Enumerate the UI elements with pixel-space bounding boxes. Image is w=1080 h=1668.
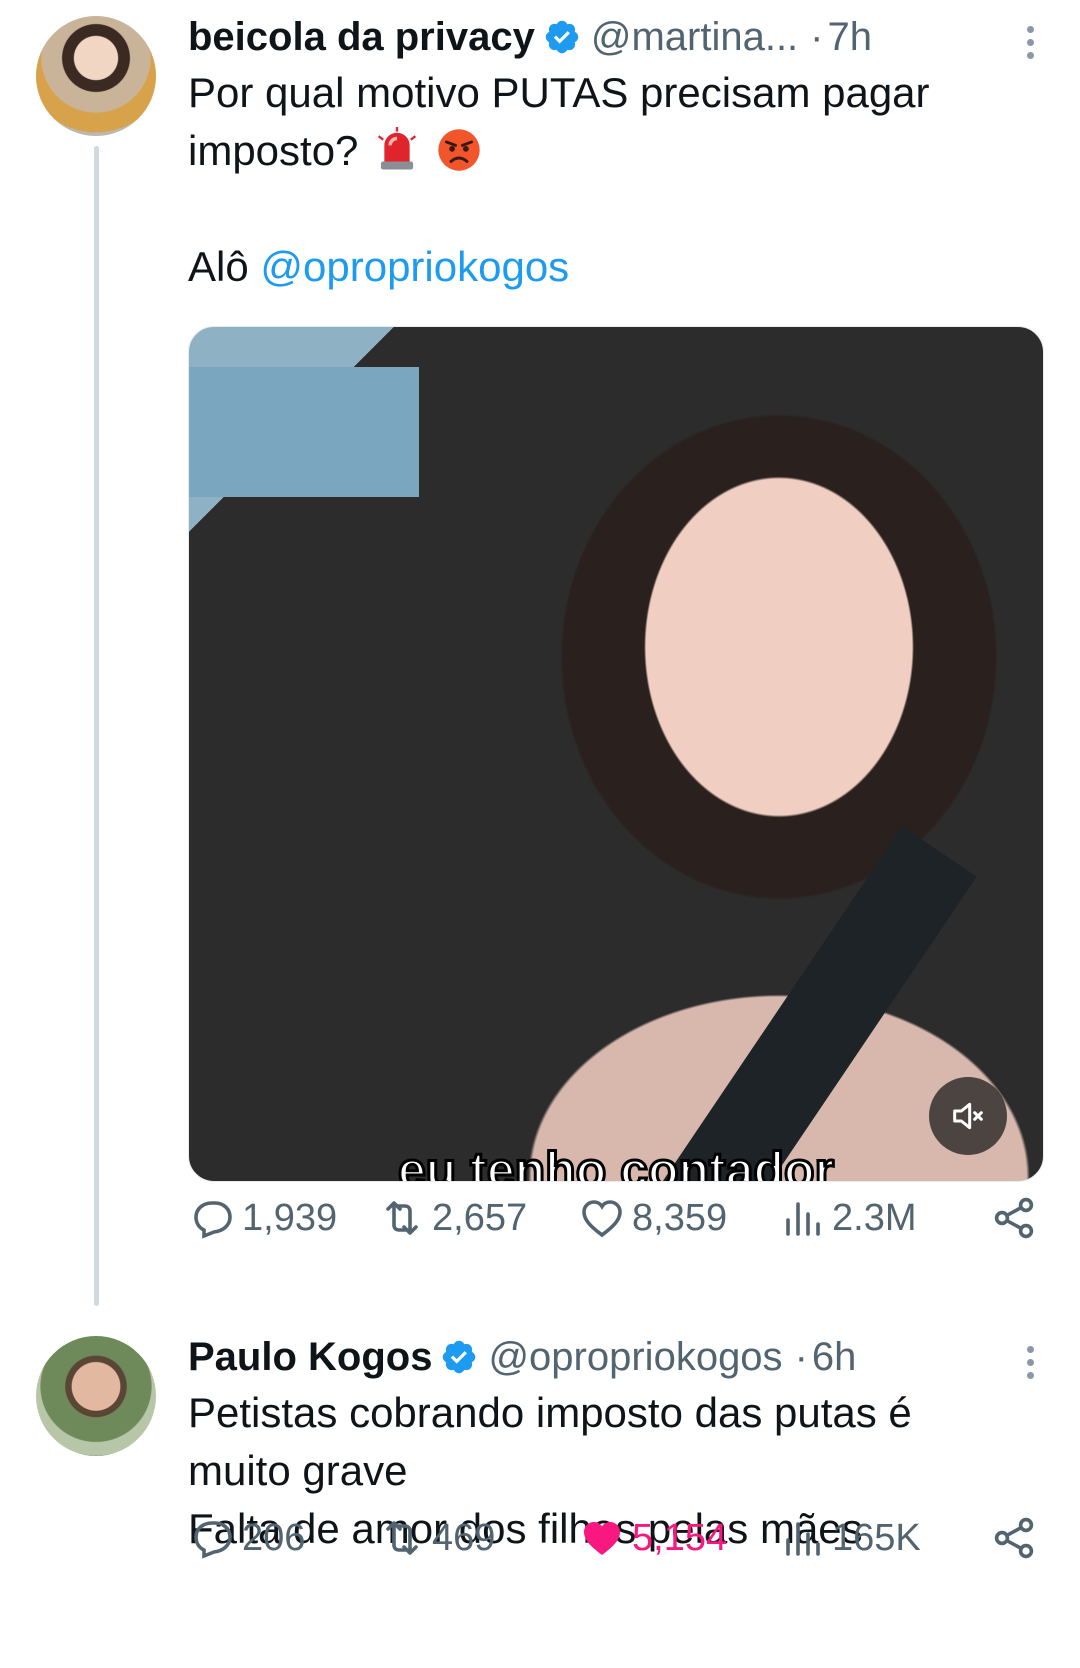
retweet-icon (386, 1521, 418, 1555)
tweet-text-line: Alô @opropriokogos (188, 238, 1044, 296)
tweet-body: beicola da privacy @martina... · 7h Por … (188, 10, 1044, 296)
views-button[interactable]: 2.3M (778, 1194, 968, 1242)
author-handle[interactable]: @martina... (591, 15, 798, 60)
reply-icon (194, 1521, 232, 1559)
views-chart-icon (786, 1202, 820, 1236)
avatar[interactable] (36, 16, 156, 136)
retweet-count: 469 (432, 1516, 496, 1559)
share-icon (994, 1197, 1034, 1239)
separator-dot: · (810, 14, 824, 59)
video-player[interactable]: eu tenho contador (188, 326, 1044, 1182)
reply-button[interactable]: 1,939 (188, 1194, 378, 1242)
video-subtitle: eu tenho contador (396, 1141, 835, 1182)
reply-count: 1,939 (242, 1196, 338, 1239)
tweet-text-line: Por qual motivo PUTAS precisam pagar (188, 69, 930, 116)
tweet-text-line: imposto? (188, 122, 1044, 180)
mute-button[interactable] (929, 1077, 1007, 1155)
mention-link[interactable]: @opropriokogos (260, 243, 569, 290)
retweet-count: 2,657 (432, 1196, 528, 1239)
views-count: 2.3M (832, 1196, 917, 1239)
tweet-text-segment: imposto? (188, 127, 359, 174)
share-button[interactable] (990, 1514, 1044, 1562)
heart-filled-icon (584, 1522, 620, 1555)
verified-badge-icon (545, 20, 579, 54)
tweet-header: beicola da privacy @martina... · 7h (188, 10, 1044, 64)
tweet-text-line: muito grave (188, 1447, 408, 1494)
retweet-button[interactable]: 469 (378, 1514, 578, 1562)
tweet-actions-bar: 206 469 5,154 165K (188, 1508, 1044, 1568)
angry-face-emoji-icon (438, 129, 480, 171)
tweet-actions-bar: 1,939 2,657 8,359 2.3M (188, 1188, 1044, 1248)
tweet-timestamp[interactable]: 7h (828, 15, 873, 60)
video-frame-window (189, 367, 419, 497)
views-count: 165K (832, 1516, 921, 1559)
views-button[interactable]: 165K (778, 1514, 968, 1562)
speaker-muted-icon (953, 1102, 983, 1130)
separator-dot: · (794, 1334, 808, 1379)
share-button[interactable] (990, 1194, 1044, 1242)
more-options-icon[interactable] (1016, 1346, 1044, 1386)
tweet-text-segment: Alô (188, 243, 249, 290)
views-chart-icon (786, 1522, 820, 1556)
verified-badge-icon (443, 1340, 476, 1374)
heart-outline-icon (582, 1200, 622, 1238)
tweet-text: Por qual motivo PUTAS precisam pagar imp… (188, 64, 1044, 296)
thread-connector-line (94, 146, 99, 1306)
tweet[interactable]: beicola da privacy @martina... · 7h Por … (0, 0, 1080, 1306)
author-name[interactable]: Paulo Kogos (188, 1335, 432, 1380)
avatar[interactable] (36, 1336, 156, 1456)
reply-count: 206 (242, 1516, 306, 1559)
retweet-button[interactable]: 2,657 (378, 1194, 578, 1242)
like-button[interactable]: 8,359 (578, 1194, 778, 1242)
police-light-emoji-icon (378, 126, 417, 170)
more-options-icon[interactable] (1016, 26, 1044, 66)
tweet-text-line: Petistas cobrando imposto das putas é (188, 1389, 912, 1436)
author-name[interactable]: beicola da privacy (188, 15, 535, 60)
tweet-timestamp[interactable]: 6h (812, 1335, 857, 1380)
share-icon (994, 1517, 1034, 1559)
tweet-header: Paulo Kogos @opropriokogos · 6h (188, 1330, 1044, 1384)
like-button[interactable]: 5,154 (578, 1514, 778, 1562)
tweet[interactable]: Paulo Kogos @opropriokogos · 6h Petistas… (0, 1320, 1080, 1668)
like-count: 8,359 (632, 1196, 728, 1239)
reply-icon (194, 1201, 232, 1239)
retweet-icon (386, 1201, 418, 1235)
reply-button[interactable]: 206 (188, 1514, 378, 1562)
author-handle[interactable]: @opropriokogos (488, 1335, 782, 1380)
video-frame-seatbelt (611, 826, 977, 1181)
like-count: 5,154 (632, 1516, 728, 1559)
